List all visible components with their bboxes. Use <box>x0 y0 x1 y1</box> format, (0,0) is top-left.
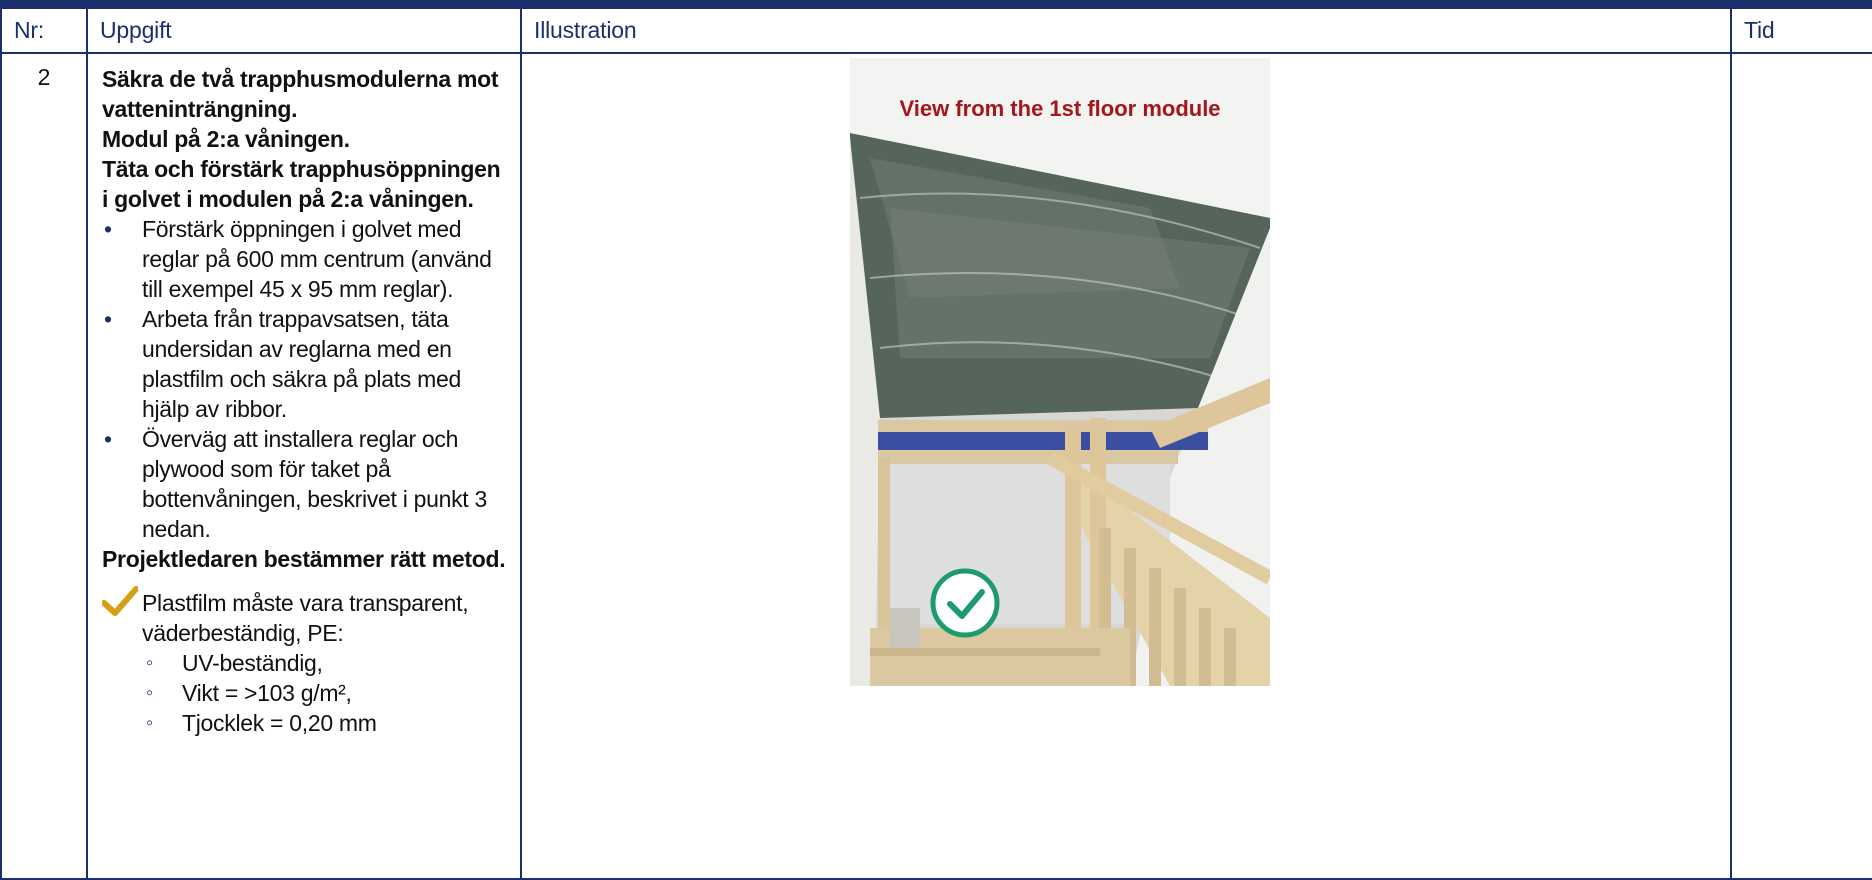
list-item: Arbeta från trappavsatsen, täta undersid… <box>102 304 508 424</box>
stairwell-photo: View from the 1st floor module <box>850 58 1270 686</box>
header-task: Uppgift <box>86 7 522 54</box>
illustration-cell: View from the 1st floor module <box>520 52 1732 880</box>
material-spec-list: UV-beständig, Vikt = >103 g/m², Tjocklek… <box>102 648 508 738</box>
list-item: Överväg att installera reglar och plywoo… <box>102 424 508 544</box>
header-time: Tid <box>1730 7 1872 54</box>
task-bullet-list: Förstärk öppningen i golvet med reglar p… <box>102 214 508 544</box>
task-cell: Säkra de två trapphusmodulerna mot vatte… <box>86 52 522 880</box>
list-item: Vikt = >103 g/m², <box>142 678 508 708</box>
table-row: 2 Säkra de två trapphusmodulerna mot vat… <box>0 52 1872 880</box>
top-accent-bar <box>0 0 1872 7</box>
task-conclusion: Projektledaren bestämmer rätt metod. <box>102 546 506 572</box>
list-item: Förstärk öppningen i golvet med reglar p… <box>102 214 508 304</box>
task-heading: Säkra de två trapphusmodulerna mot vatte… <box>102 66 499 122</box>
row-number: 2 <box>0 52 88 880</box>
list-item: Tjocklek = 0,20 mm <box>142 708 508 738</box>
checkmark-icon <box>102 586 138 616</box>
task-subheading: Modul på 2:a våningen. <box>102 126 350 152</box>
task-instruction: Täta och förstärk trapphusöppningen i go… <box>102 156 501 212</box>
header-illustration: Illustration <box>520 7 1732 54</box>
material-note-text: Plastfilm måste vara transparent, väderb… <box>142 590 469 646</box>
material-note: Plastfilm måste vara transparent, väderb… <box>102 586 508 648</box>
check-circle-icon <box>930 568 1000 638</box>
table-header-row: Nr: Uppgift Illustration Tid <box>0 7 1872 54</box>
time-cell <box>1730 52 1872 880</box>
list-item: UV-beständig, <box>142 648 508 678</box>
header-nr: Nr: <box>0 7 88 54</box>
photo-caption: View from the 1st floor module <box>899 96 1221 121</box>
instruction-table: Nr: Uppgift Illustration Tid 2 Säkra de … <box>0 7 1872 880</box>
